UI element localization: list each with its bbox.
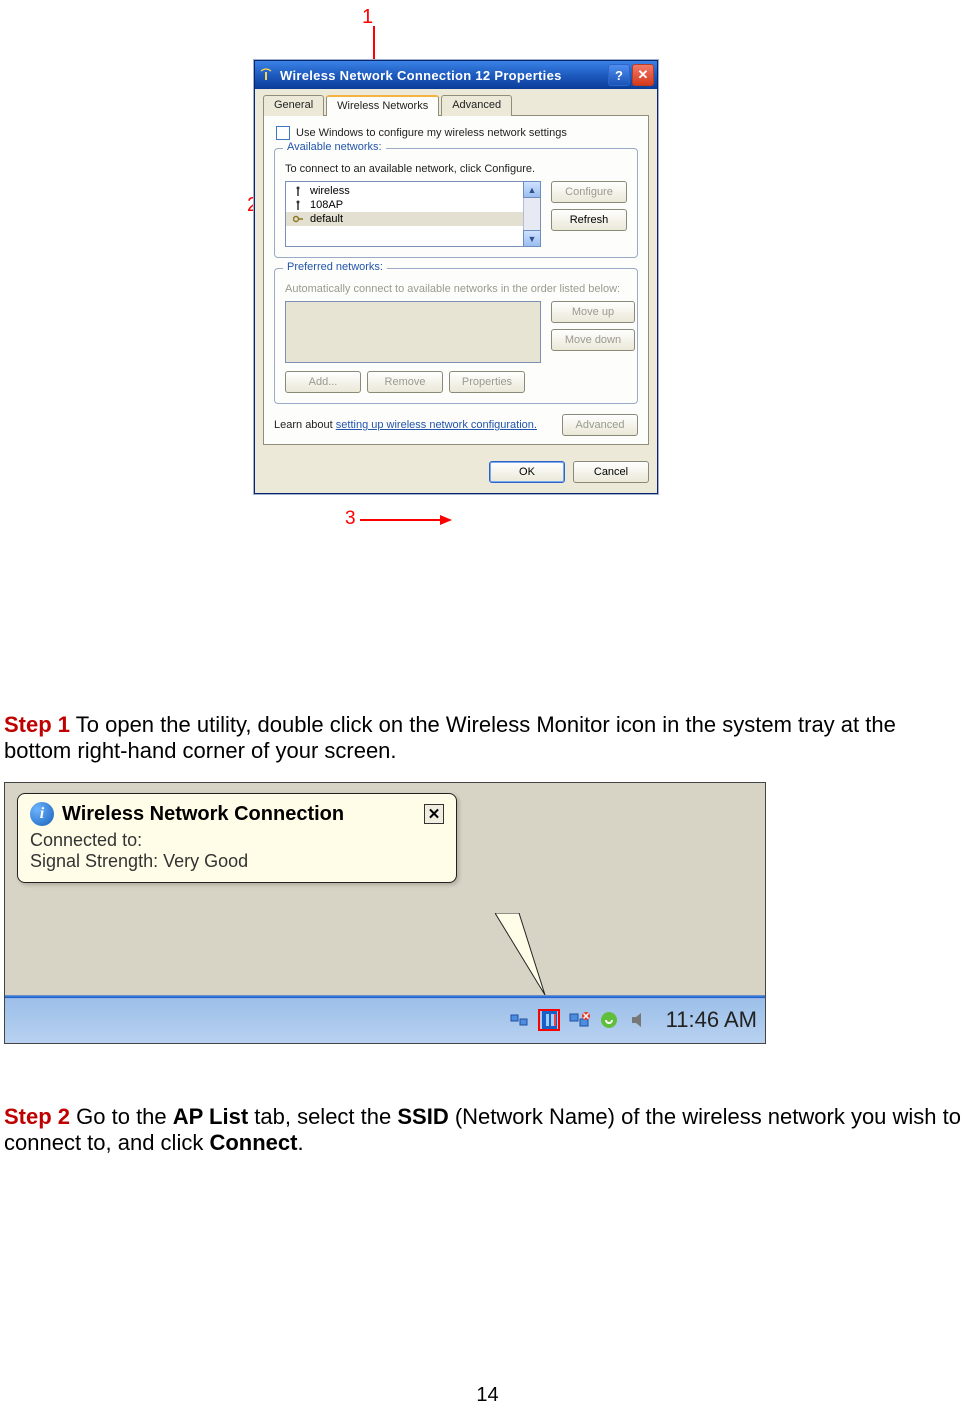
balloon-line2: Signal Strength: Very Good [30, 851, 444, 872]
systray-screenshot: i Wireless Network Connection ✕ Connecte… [4, 782, 766, 1044]
tab-panel: Use Windows to configure my wireless net… [263, 115, 649, 445]
help-button[interactable]: ? [608, 64, 630, 86]
dialog-footer: OK Cancel [255, 453, 657, 493]
page-number: 14 [0, 1384, 975, 1407]
network-name: 108AP [310, 199, 343, 211]
network-name: wireless [310, 185, 350, 197]
info-icon: i [30, 802, 54, 826]
ok-button[interactable]: OK [489, 461, 565, 483]
clock: 11:46 AM [666, 1007, 757, 1033]
balloon-tooltip: i Wireless Network Connection ✕ Connecte… [17, 793, 457, 883]
list-item[interactable]: 108AP [286, 198, 540, 212]
secure-icon [292, 214, 304, 224]
close-button[interactable]: ✕ [632, 64, 654, 86]
step2-text: Step 2 Go to the AP List tab, select the… [0, 1104, 970, 1157]
wireless-icon [258, 67, 274, 83]
preferred-hint: Automatically connect to available netwo… [285, 283, 627, 295]
moveup-button[interactable]: Move up [551, 301, 635, 323]
tab-advanced[interactable]: Advanced [441, 95, 512, 116]
properties-dialog: Wireless Network Connection 12 Propertie… [254, 60, 658, 494]
scroll-down-icon[interactable]: ▼ [523, 230, 541, 247]
preferred-legend: Preferred networks: [283, 261, 387, 273]
tab-strip: General Wireless Networks Advanced [263, 95, 649, 116]
scrollbar[interactable]: ▲ ▼ [523, 182, 540, 246]
taskbar: 11:46 AM [5, 995, 765, 1043]
network-name: default [310, 213, 343, 225]
properties-button[interactable]: Properties [449, 371, 525, 393]
tab-general[interactable]: General [263, 95, 324, 116]
antenna-icon [292, 200, 304, 210]
use-windows-label: Use Windows to configure my wireless net… [296, 127, 567, 139]
use-windows-checkbox[interactable] [276, 126, 290, 140]
available-hint: To connect to an available network, clic… [285, 163, 627, 175]
available-list[interactable]: wireless 108AP [285, 181, 541, 247]
balloon-line1: Connected to: [30, 830, 444, 851]
tray-volume-icon[interactable] [628, 1009, 650, 1031]
available-networks-group: Available networks: To connect to an ava… [274, 148, 638, 258]
available-legend: Available networks: [283, 141, 386, 153]
configure-button[interactable]: Configure [551, 181, 627, 203]
arrow-right-icon [360, 514, 452, 526]
refresh-button[interactable]: Refresh [551, 209, 627, 231]
wireless-monitor-icon[interactable] [538, 1009, 560, 1031]
learn-link[interactable]: setting up wireless network configuratio… [336, 419, 537, 431]
remove-button[interactable]: Remove [367, 371, 443, 393]
balloon-close-button[interactable]: ✕ [424, 804, 444, 824]
list-item[interactable]: wireless [286, 184, 540, 198]
step1-text: Step 1 To open the utility, double click… [0, 712, 970, 765]
tray-lan-icon[interactable] [568, 1009, 590, 1031]
scroll-up-icon[interactable]: ▲ [523, 181, 541, 198]
balloon-title: Wireless Network Connection [62, 803, 416, 826]
tray-update-icon[interactable] [598, 1009, 620, 1031]
learn-text: Learn about setting up wireless network … [274, 419, 554, 431]
list-item[interactable]: default [286, 212, 540, 226]
preferred-networks-group: Preferred networks: Automatically connec… [274, 268, 638, 404]
systray [508, 1009, 650, 1031]
movedown-button[interactable]: Move down [551, 329, 635, 351]
antenna-icon [292, 186, 304, 196]
tab-wireless-networks[interactable]: Wireless Networks [326, 95, 439, 116]
advanced-button[interactable]: Advanced [562, 414, 638, 436]
cancel-button[interactable]: Cancel [573, 461, 649, 483]
preferred-list[interactable] [285, 301, 541, 363]
tray-network-icon[interactable] [508, 1009, 530, 1031]
annotation-3: 3 [345, 508, 356, 530]
balloon-tail-icon [495, 913, 555, 1003]
add-button[interactable]: Add... [285, 371, 361, 393]
window-title: Wireless Network Connection 12 Propertie… [280, 68, 602, 83]
titlebar[interactable]: Wireless Network Connection 12 Propertie… [255, 61, 657, 89]
